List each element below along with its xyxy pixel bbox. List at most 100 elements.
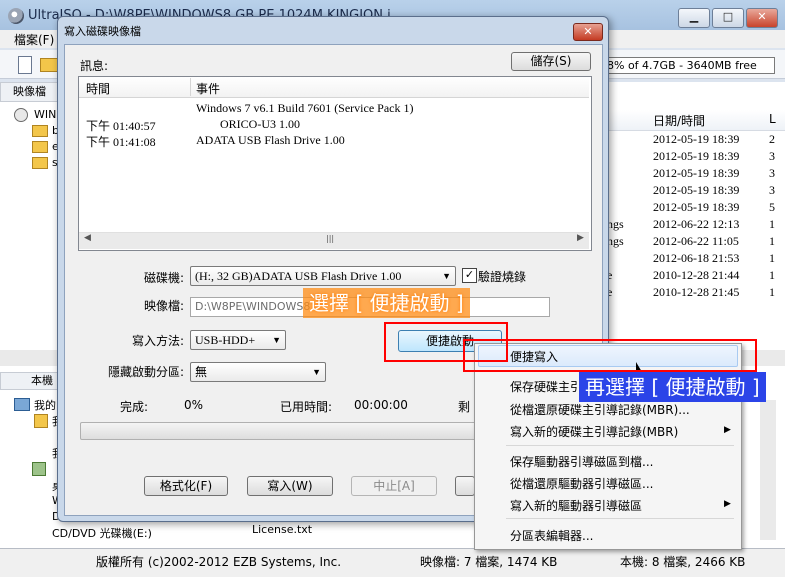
- file-size: 1: [769, 234, 775, 248]
- file-date: 2012-06-22 12:13: [653, 217, 740, 231]
- done-label: 完成:: [120, 400, 149, 414]
- save-log-button[interactable]: 儲存(S): [511, 52, 591, 71]
- file-date: 2012-05-19 18:39: [653, 183, 740, 197]
- info-label: 訊息:: [80, 59, 109, 73]
- log-column-event[interactable]: 事件: [196, 80, 220, 97]
- desktop-icon: [32, 462, 46, 476]
- scroll-right-arrow-icon[interactable]: ▶: [577, 233, 584, 243]
- file-size: 1: [769, 285, 775, 299]
- local-tree-item[interactable]: 我的: [34, 397, 56, 413]
- log-column-time[interactable]: 時間: [86, 80, 110, 97]
- status-copyright: 版權所有 (c)2002-2012 EZB Systems, Inc.: [96, 555, 342, 569]
- file-size: 2: [769, 132, 775, 146]
- file-size: 3: [769, 149, 775, 163]
- submenu-arrow-icon: ▶: [724, 499, 731, 509]
- log-time: 下午 01:40:57: [86, 119, 156, 133]
- menu-item-save-mbr[interactable]: 保存硬碟主引: [510, 378, 582, 395]
- log-event: Windows 7 v6.1 Build 7601 (Service Pack …: [196, 101, 414, 115]
- menu-item-write-new-mbr[interactable]: 寫入新的硬碟主引導記錄(MBR): [510, 423, 678, 440]
- dropdown-arrow-icon: ▼: [272, 335, 281, 345]
- log-event: ORICO-U3 1.00: [220, 117, 300, 131]
- local-pane-header: 本機: [0, 372, 62, 390]
- menu-item-save-boot-sector[interactable]: 保存驅動器引導磁區到檔...: [510, 453, 653, 470]
- new-file-icon[interactable]: [18, 56, 32, 74]
- file-date: 2010-12-28 21:45: [653, 285, 740, 299]
- log-header: [79, 77, 589, 98]
- ultraiso-app-icon: [8, 8, 24, 24]
- computer-icon: [14, 398, 30, 411]
- verify-label: 驗證燒錄: [478, 270, 527, 284]
- file-size: 5: [769, 200, 775, 214]
- file-size: 1: [769, 251, 775, 265]
- done-value: 0%: [184, 398, 204, 412]
- dialog-close-button[interactable]: ✕: [573, 23, 603, 41]
- menu-item-write-new-boot-sector[interactable]: 寫入新的驅動器引導磁區: [510, 497, 642, 514]
- write-method-value: USB-HDD+: [195, 333, 256, 347]
- status-image-info: 映像檔: 7 檔案, 1474 KB: [420, 555, 558, 569]
- menu-item-partition-editor[interactable]: 分區表編輯器...: [510, 527, 593, 544]
- submenu-arrow-icon: ▶: [724, 425, 731, 435]
- column-divider: [190, 78, 191, 96]
- write-method-select[interactable]: USB-HDD+ ▼: [190, 330, 286, 350]
- drive-select-value: (H:, 32 GB)ADATA USB Flash Drive 1.00: [195, 269, 402, 283]
- file-size: 1: [769, 268, 775, 282]
- disc-size-meter: 8% of 4.7GB - 3640MB free: [600, 57, 775, 74]
- write-method-label: 寫入方法:: [132, 334, 185, 348]
- local-file-license[interactable]: License.txt: [252, 523, 312, 536]
- image-file-label: 映像檔:: [144, 299, 185, 313]
- menu-separator: [506, 518, 734, 519]
- menu-separator: [506, 445, 734, 446]
- annotation-step-1: 選擇 [ 便捷啟動 ]: [303, 288, 470, 318]
- scroll-left-arrow-icon[interactable]: ◀: [84, 233, 91, 243]
- status-local-info: 本機: 8 檔案, 2466 KB: [620, 555, 746, 569]
- log-time: 下午 01:41:08: [86, 135, 156, 149]
- file-size: 1: [769, 217, 775, 231]
- folder-icon: [32, 157, 48, 169]
- menu-item-restore-mbr[interactable]: 從檔還原硬碟主引導記錄(MBR)...: [510, 401, 690, 418]
- annotation-highlight-box: [463, 339, 757, 372]
- file-date: 2012-06-22 11:05: [653, 234, 739, 248]
- format-button[interactable]: 格式化(F): [144, 476, 228, 496]
- verify-checkbox[interactable]: ✓: [462, 268, 477, 283]
- left-horizontal-scrollbar[interactable]: [0, 350, 60, 366]
- open-folder-icon[interactable]: [40, 58, 58, 72]
- drive-label: 磁碟機:: [144, 271, 185, 285]
- local-cd-drive[interactable]: CD/DVD 光碟機(E:): [52, 525, 152, 541]
- menu-item-restore-boot-sector[interactable]: 從檔還原驅動器引導磁區...: [510, 475, 653, 492]
- progress-bar: [80, 422, 482, 440]
- folder-icon: [32, 141, 48, 153]
- elapsed-label: 已用時間:: [280, 400, 333, 414]
- minimize-button[interactable]: ▁: [678, 8, 710, 28]
- tree-root[interactable]: WINI: [34, 108, 60, 121]
- hidden-partition-select[interactable]: 無 ▼: [190, 362, 326, 382]
- folder-icon: [32, 125, 48, 137]
- remaining-label: 剩: [458, 400, 471, 414]
- local-vertical-scrollbar[interactable]: [760, 400, 776, 540]
- dropdown-arrow-icon: ▼: [442, 271, 451, 281]
- file-date: 2010-12-28 21:44: [653, 268, 740, 282]
- hidden-partition-value: 無: [195, 365, 208, 379]
- write-button[interactable]: 寫入(W): [247, 476, 333, 496]
- file-size: 3: [769, 183, 775, 197]
- maximize-button[interactable]: □: [712, 8, 744, 28]
- file-date: 2012-05-19 18:39: [653, 166, 740, 180]
- file-date: 2012-05-19 18:39: [653, 149, 740, 163]
- abort-button[interactable]: 中止[A]: [351, 476, 437, 496]
- dialog-title: 寫入磁碟映像檔: [64, 25, 141, 38]
- file-type: ngs: [607, 217, 624, 231]
- dropdown-arrow-icon: ▼: [312, 367, 321, 377]
- file-date: 2012-05-19 18:39: [653, 200, 740, 214]
- column-header-date[interactable]: 日期/時間: [653, 112, 705, 129]
- return-button[interactable]: [455, 476, 475, 496]
- file-date: 2012-05-19 18:39: [653, 132, 740, 146]
- drive-select[interactable]: (H:, 32 GB)ADATA USB Flash Drive 1.00 ▼: [190, 266, 456, 286]
- folder-icon: [34, 414, 48, 428]
- column-header-l[interactable]: L: [769, 112, 776, 126]
- hidden-partition-label: 隱藏啟動分區:: [108, 365, 185, 379]
- elapsed-value: 00:00:00: [354, 398, 408, 412]
- menu-file[interactable]: 檔案(F): [14, 31, 54, 48]
- main-close-button[interactable]: ✕: [746, 8, 778, 28]
- scroll-grip-icon[interactable]: |||: [326, 234, 334, 243]
- annotation-step-2: 再選擇 [ 便捷啟動 ]: [579, 372, 766, 402]
- image-pane-header: 映像檔: [0, 82, 60, 102]
